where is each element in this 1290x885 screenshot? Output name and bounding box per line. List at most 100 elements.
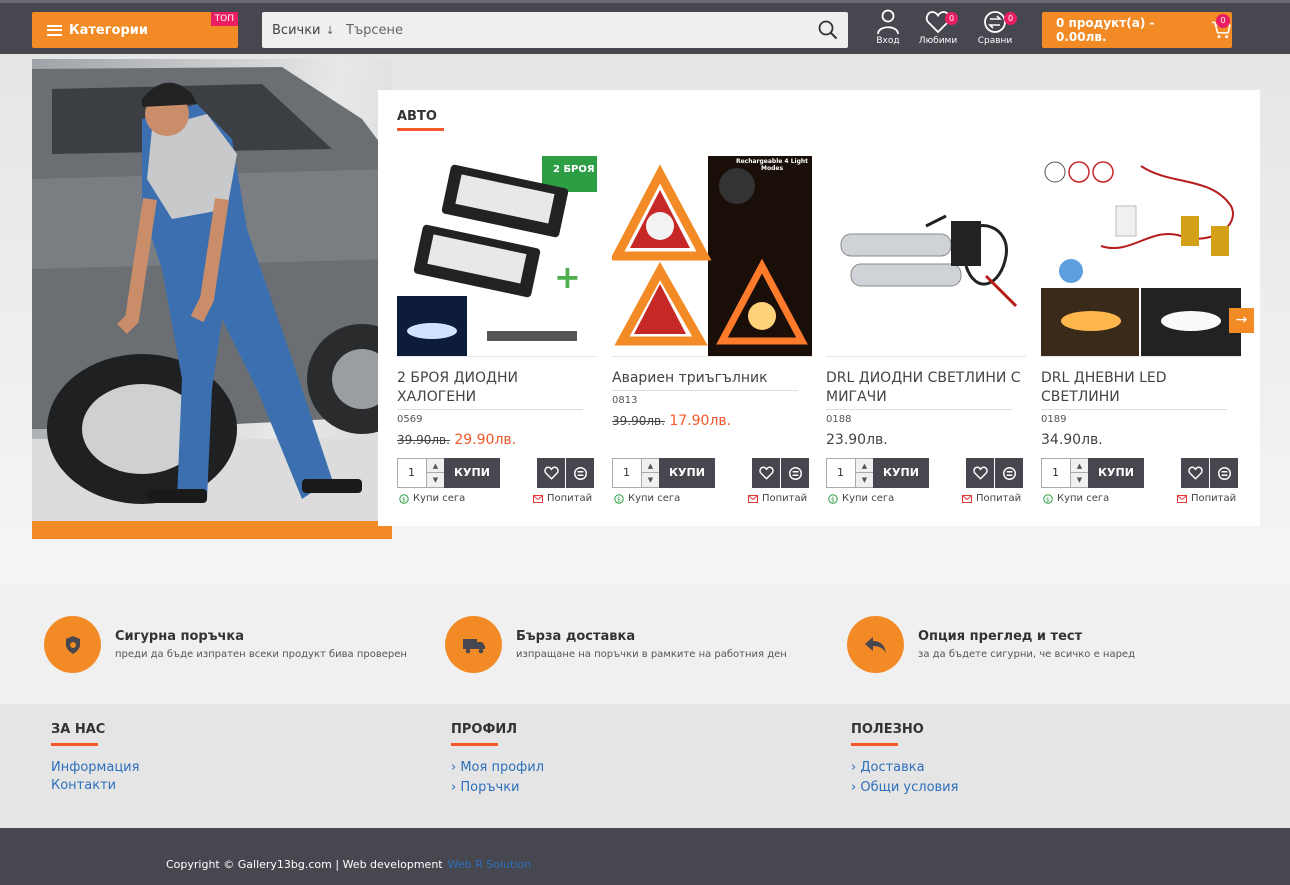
footer-link-terms[interactable]: › Общи условия [851, 780, 958, 795]
quantity-down-icon[interactable]: ▼ [855, 473, 873, 487]
product-code: 0188 [826, 414, 852, 425]
product-name[interactable]: 2 БРОЯ ДИОДНИ ХАЛОГЕНИ [397, 369, 597, 407]
add-to-favorites-button[interactable] [966, 458, 994, 488]
quantity-down-icon[interactable]: ▼ [1070, 473, 1088, 487]
product-card: DRL ДНЕВНИ LED СВЕТЛИНИ 0189 34.90лв. 1 … [1041, 156, 1241, 504]
add-to-compare-button[interactable] [781, 458, 809, 488]
separator [397, 356, 597, 357]
mechanic-tire-image [32, 59, 392, 521]
footer-link-delivery[interactable]: › Доставка [851, 760, 958, 775]
login-link[interactable]: Вход [865, 9, 911, 46]
quantity-up-icon[interactable]: ▲ [426, 459, 444, 473]
footer-link-info[interactable]: Информация [51, 760, 139, 775]
developer-link[interactable]: Web R Solution [448, 858, 531, 871]
product-image-drl-lights[interactable] [826, 156, 1026, 356]
footer-heading: ПРОФИЛ [451, 722, 518, 737]
category-banner[interactable] [32, 59, 392, 539]
product-name[interactable]: Авариен триъгълник [612, 369, 812, 388]
quantity-stepper[interactable]: 1 ▲ ▼ [397, 458, 445, 488]
search-category-select[interactable]: Всички ↓ [262, 23, 346, 38]
old-price: 39.90лв. [612, 414, 665, 428]
categories-label: Категории [69, 22, 148, 38]
envelope-icon [533, 494, 543, 503]
footer-link-label: Доставка [860, 760, 925, 775]
compare-icon [788, 466, 802, 480]
name-underline [397, 409, 583, 410]
top-badge: ТОП [210, 12, 238, 26]
new-price: 29.90лв. [454, 432, 517, 448]
ask-label: Попитай [976, 493, 1022, 504]
buy-button[interactable]: КУПИ [659, 458, 715, 488]
buy-now-label: Купи сега [1057, 493, 1110, 504]
categories-button[interactable]: Категории ТОП [32, 12, 238, 48]
buy-now-link[interactable]: $ Купи сега [399, 493, 465, 504]
search-input[interactable] [346, 13, 808, 47]
ask-link[interactable]: Попитай [1177, 493, 1236, 504]
footer-link-contacts[interactable]: Контакти [51, 778, 139, 793]
dollar-circle-icon: $ [1043, 493, 1053, 504]
feature-text: преди да бъде изпратен всеки продукт бив… [115, 649, 407, 660]
carousel-next-button[interactable]: → [1229, 308, 1254, 333]
quantity-up-icon[interactable]: ▲ [1070, 459, 1088, 473]
add-to-compare-button[interactable] [1210, 458, 1238, 488]
svg-text:+: + [554, 258, 581, 296]
quantity-up-icon[interactable]: ▲ [641, 459, 659, 473]
ask-link[interactable]: Попитай [962, 493, 1021, 504]
add-to-favorites-button[interactable] [1181, 458, 1209, 488]
quantity-down-icon[interactable]: ▼ [426, 473, 444, 487]
add-to-compare-button[interactable] [995, 458, 1023, 488]
chevron-right-icon: › [851, 780, 857, 795]
quantity-value[interactable]: 1 [1052, 466, 1059, 479]
product-name[interactable]: DRL ДНЕВНИ LED СВЕТЛИНИ [1041, 369, 1241, 407]
svg-text:$: $ [617, 496, 621, 503]
footer-heading-underline [451, 743, 498, 746]
buy-now-link[interactable]: $ Купи сега [1043, 493, 1109, 504]
buy-button[interactable]: КУПИ [1088, 458, 1144, 488]
separator [1041, 356, 1241, 357]
buy-button[interactable]: КУПИ [873, 458, 929, 488]
chevron-right-icon: › [451, 760, 457, 775]
quantity-up-icon[interactable]: ▲ [855, 459, 873, 473]
add-to-compare-button[interactable] [566, 458, 594, 488]
quantity-stepper[interactable]: 1 ▲ ▼ [612, 458, 660, 488]
search-category-value: Всички [272, 22, 321, 38]
buy-now-link[interactable]: $ Купи сега [828, 493, 894, 504]
product-code: 0569 [397, 414, 423, 425]
compare-link[interactable]: 0 Сравни [972, 9, 1018, 46]
footer-heading-underline [851, 743, 898, 746]
ask-link[interactable]: Попитай [533, 493, 592, 504]
arrow-right-icon: → [1235, 312, 1248, 328]
buy-now-link[interactable]: $ Купи сега [614, 493, 680, 504]
product-image-warning-triangle[interactable]: Rechargeable 4 Light Modes [612, 156, 812, 356]
dollar-circle-icon: $ [828, 493, 838, 504]
ask-link[interactable]: Попитай [748, 493, 807, 504]
quantity-value[interactable]: 1 [408, 466, 415, 479]
search-icon[interactable] [808, 12, 848, 48]
quantity-stepper[interactable]: 1 ▲ ▼ [1041, 458, 1089, 488]
name-underline [612, 390, 798, 391]
search-bar: Всички ↓ [262, 12, 848, 48]
product-name[interactable]: DRL ДИОДНИ СВЕТЛИНИ С МИГАЧИ [826, 369, 1026, 407]
product-image-led-daylights[interactable] [1041, 156, 1241, 356]
quantity-stepper[interactable]: 1 ▲ ▼ [826, 458, 874, 488]
cart-button[interactable]: 0 продукт(а) - 0.00лв. 0 [1042, 12, 1232, 48]
add-to-favorites-button[interactable] [752, 458, 780, 488]
footer-link-orders[interactable]: › Поръчки [451, 780, 544, 795]
cart-label: 0 продукт(а) - 0.00лв. [1056, 16, 1155, 44]
truck-icon [445, 616, 502, 673]
quantity-value[interactable]: 1 [623, 466, 630, 479]
product-actions: 1 ▲ ▼ КУПИ [612, 458, 812, 488]
product-image-led-halogen[interactable]: + 2 БРОЯ [397, 156, 597, 356]
ask-label: Попитай [1191, 493, 1237, 504]
feature-secure-order: Сигурна поръчка преди да бъде изпратен в… [44, 616, 407, 673]
quantity-value[interactable]: 1 [837, 466, 844, 479]
cart-count: 0 [1216, 14, 1230, 28]
product-price: 39.90лв. 29.90лв. [397, 432, 597, 448]
favorites-link[interactable]: 0 Любими [915, 9, 961, 46]
buy-button[interactable]: КУПИ [444, 458, 500, 488]
add-to-favorites-button[interactable] [537, 458, 565, 488]
footer-link-my-profile[interactable]: › Моя профил [451, 760, 544, 775]
heart-icon [1187, 466, 1203, 480]
quantity-down-icon[interactable]: ▼ [641, 473, 659, 487]
login-label: Вход [876, 36, 900, 46]
